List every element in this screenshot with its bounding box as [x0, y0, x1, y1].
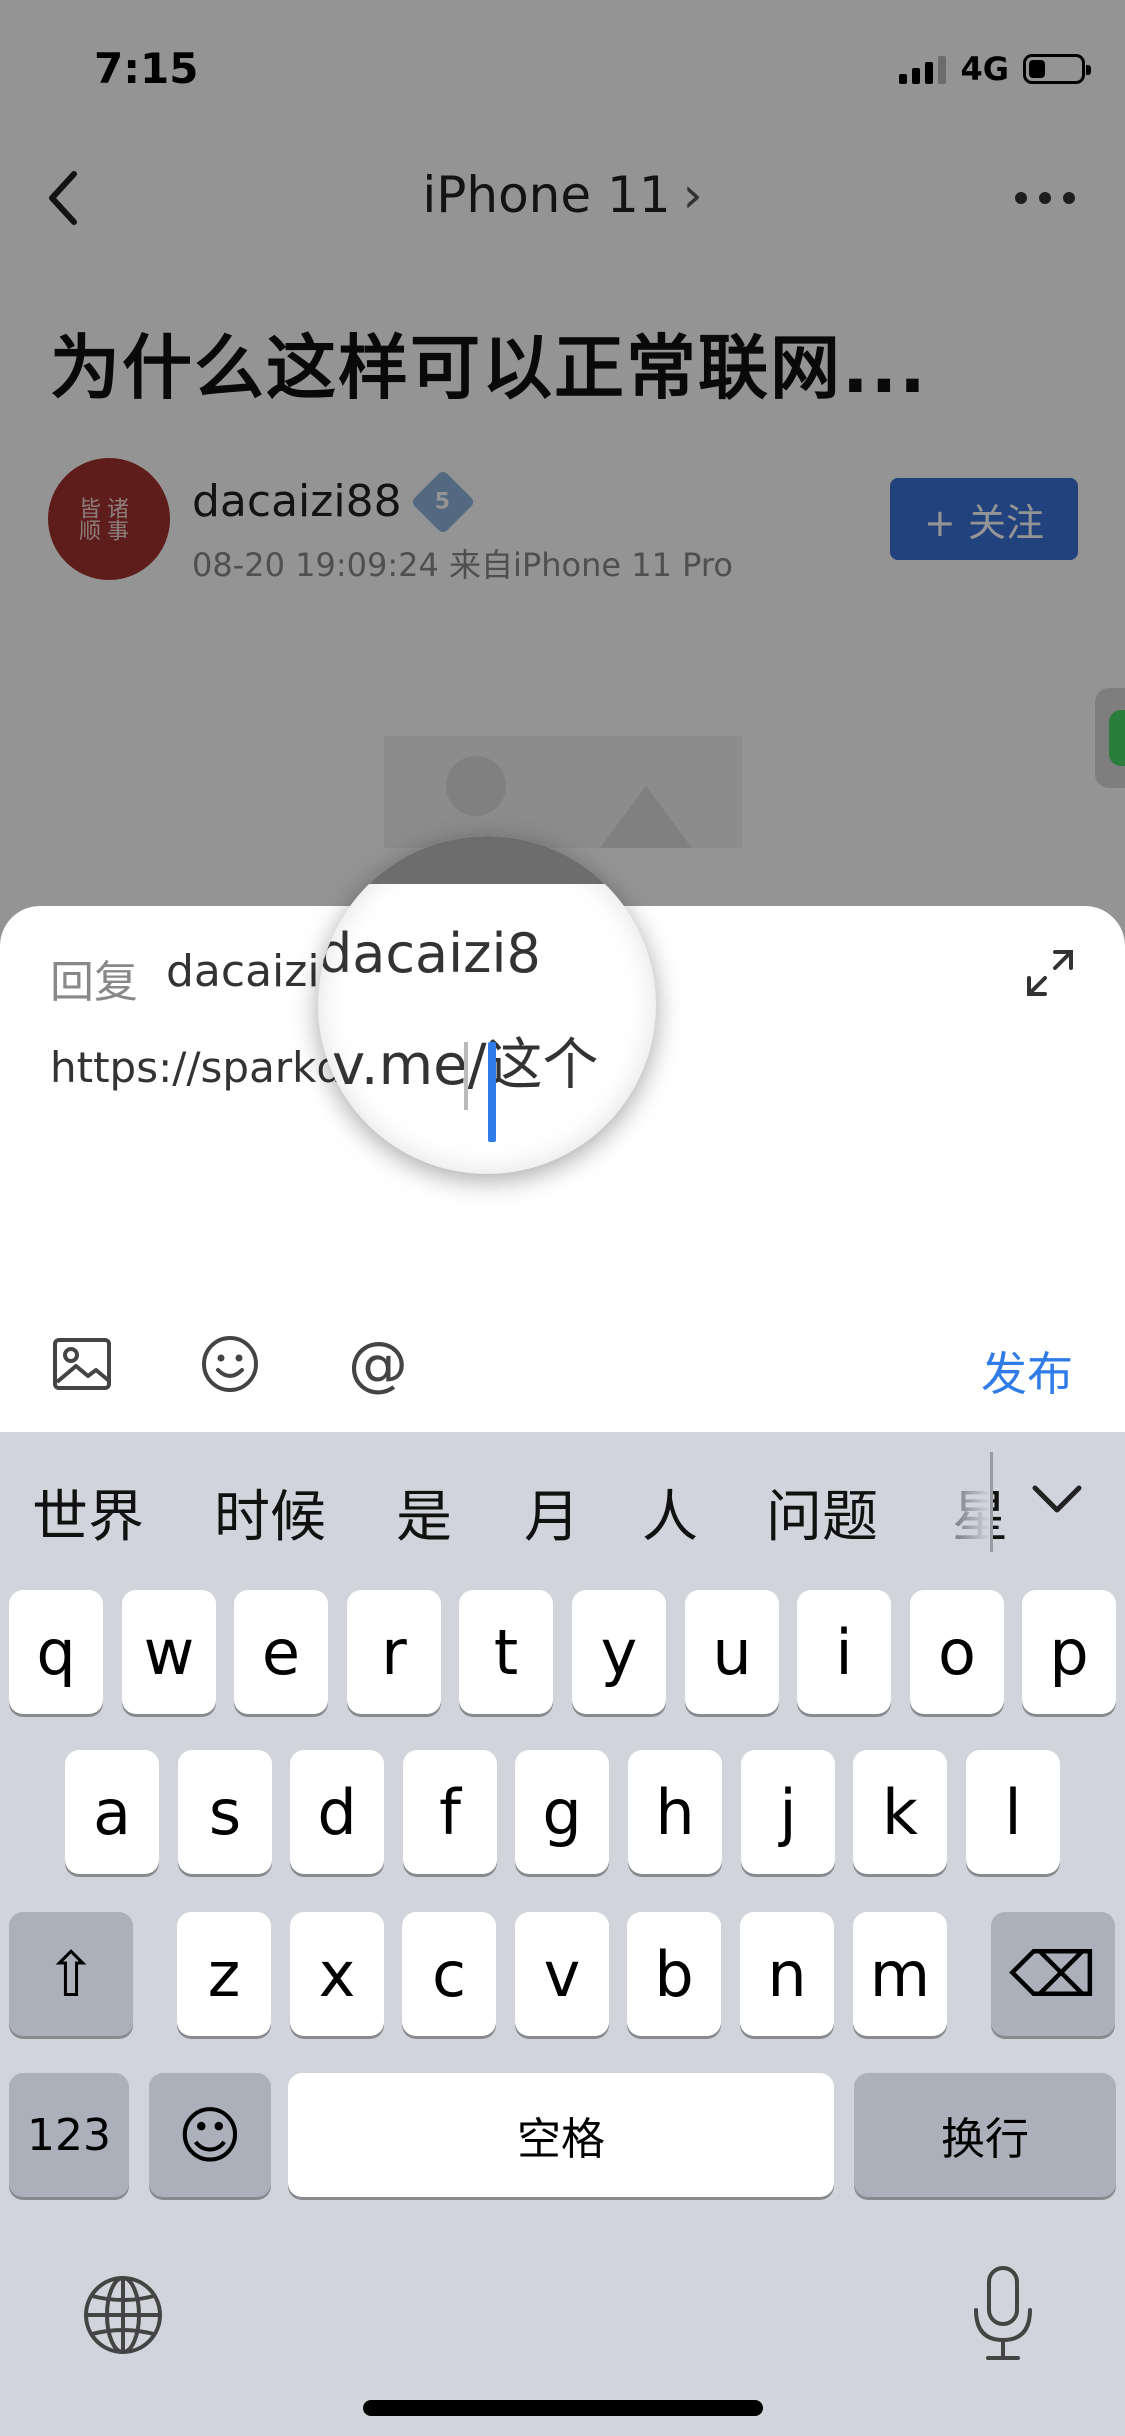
selection-mark	[464, 1042, 468, 1110]
key-p[interactable]: p	[1022, 1590, 1116, 1714]
key-c[interactable]: c	[402, 1912, 496, 2036]
candidate-fade	[910, 1432, 990, 1582]
text-cursor	[488, 1042, 496, 1142]
key-f[interactable]: f	[403, 1750, 497, 1874]
key-l[interactable]: l	[966, 1750, 1060, 1874]
key-z[interactable]: z	[177, 1912, 271, 2036]
emoji-key[interactable]: ☺	[149, 2073, 271, 2197]
key-u[interactable]: u	[685, 1590, 779, 1714]
emoji-icon[interactable]	[200, 1334, 260, 1394]
candidate-word[interactable]: 月	[524, 1472, 580, 1553]
reply-toolbar: @	[52, 1334, 408, 1394]
candidate-word[interactable]: 是	[396, 1472, 452, 1553]
keyboard: 世界时候是月人问题星 qwertyuiopasdfghjklzxcvbnm⇧⌫1…	[0, 1432, 1125, 2436]
key-d[interactable]: d	[290, 1750, 384, 1874]
key-j[interactable]: j	[741, 1750, 835, 1874]
magnifier-dim-area	[318, 836, 656, 884]
key-t[interactable]: t	[459, 1590, 553, 1714]
publish-button[interactable]: 发布	[981, 1338, 1073, 1404]
chevron-down-icon[interactable]	[1029, 1480, 1085, 1520]
key-q[interactable]: q	[9, 1590, 103, 1714]
shift-key[interactable]: ⇧	[9, 1912, 133, 2036]
numbers-key[interactable]: 123	[9, 2073, 129, 2197]
image-icon[interactable]	[52, 1334, 112, 1394]
globe-icon[interactable]	[82, 2274, 164, 2356]
reply-label: 回复	[50, 957, 138, 1008]
key-b[interactable]: b	[627, 1912, 721, 2036]
at-icon[interactable]: @	[348, 1334, 408, 1394]
text-magnifier: dacaizi8 v.me/这个	[318, 836, 656, 1174]
microphone-icon[interactable]	[970, 2264, 1036, 2364]
space-key[interactable]: 空格	[288, 2073, 834, 2197]
key-v[interactable]: v	[515, 1912, 609, 2036]
key-x[interactable]: x	[290, 1912, 384, 2036]
key-y[interactable]: y	[572, 1590, 666, 1714]
candidate-word[interactable]: 问题	[766, 1472, 878, 1553]
key-a[interactable]: a	[65, 1750, 159, 1874]
key-o[interactable]: o	[910, 1590, 1004, 1714]
key-k[interactable]: k	[853, 1750, 947, 1874]
home-indicator[interactable]	[363, 2400, 763, 2416]
candidate-divider	[990, 1452, 993, 1552]
key-n[interactable]: n	[740, 1912, 834, 2036]
candidate-word[interactable]: 人	[642, 1472, 698, 1553]
key-g[interactable]: g	[515, 1750, 609, 1874]
candidate-word[interactable]: 世界	[32, 1472, 144, 1553]
delete-key[interactable]: ⌫	[991, 1912, 1115, 2036]
key-w[interactable]: w	[122, 1590, 216, 1714]
candidate-word[interactable]: 时候	[214, 1472, 326, 1553]
magnifier-name-fragment: dacaizi8	[318, 922, 541, 985]
key-e[interactable]: e	[234, 1590, 328, 1714]
key-i[interactable]: i	[797, 1590, 891, 1714]
return-key[interactable]: 换行	[854, 2073, 1116, 2197]
expand-icon[interactable]	[1025, 948, 1075, 998]
key-m[interactable]: m	[853, 1912, 947, 2036]
key-r[interactable]: r	[347, 1590, 441, 1714]
key-h[interactable]: h	[628, 1750, 722, 1874]
key-s[interactable]: s	[178, 1750, 272, 1874]
